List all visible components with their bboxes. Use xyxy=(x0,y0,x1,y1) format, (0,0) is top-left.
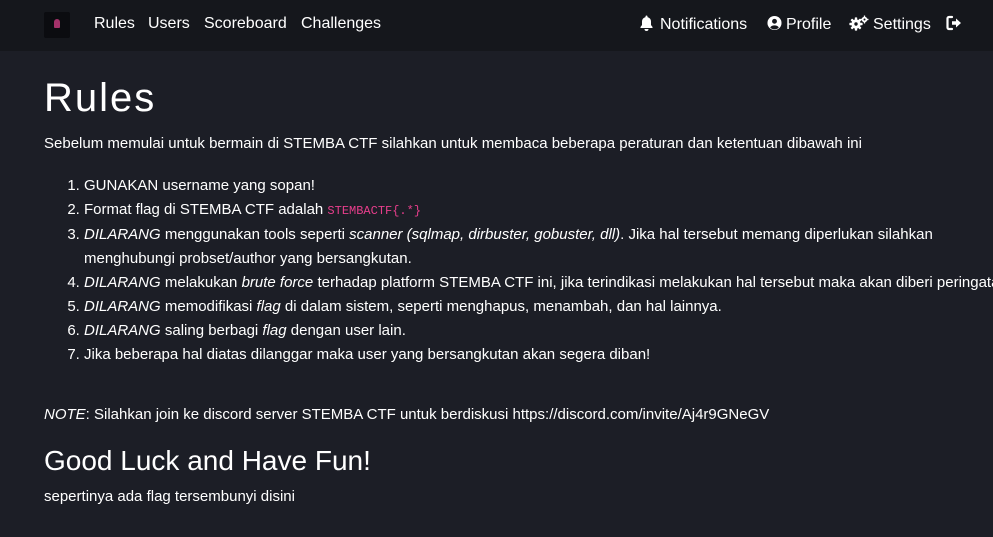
page-title: Rules xyxy=(44,76,157,120)
nav-users-link[interactable]: Users xyxy=(148,15,190,33)
settings-label: Settings xyxy=(873,16,931,33)
logout-button[interactable] xyxy=(946,15,963,34)
rule-text: memodifikasi xyxy=(160,298,257,315)
rule-text: menggunakan tools seperti xyxy=(160,226,350,243)
rule-emphasis: flag xyxy=(256,298,281,315)
note-text: NOTE: Silahkan join ke discord server ST… xyxy=(44,406,769,423)
good-luck-heading: Good Luck and Have Fun! xyxy=(44,445,371,476)
bell-icon xyxy=(640,15,653,31)
rule-emphasis: DILARANG xyxy=(84,274,161,291)
rule-text: di dalam sistem, seperti menghapus, mena… xyxy=(280,298,722,315)
notifications-label: Notifications xyxy=(660,16,748,33)
note-label: NOTE xyxy=(44,406,86,423)
navbar: Rules Users Scoreboard Challenges Notifi… xyxy=(0,0,993,51)
nav-profile-link[interactable]: Profile xyxy=(767,15,831,34)
rule-emphasis: brute force xyxy=(241,274,314,291)
nav-rules-link[interactable]: Rules xyxy=(94,15,135,33)
sign-out-icon xyxy=(946,15,961,31)
rule-text: melakukan xyxy=(160,274,242,291)
rule-item: Format flag di STEMBA CTF adalah STEMBAC… xyxy=(84,198,993,223)
cogs-icon xyxy=(849,15,869,31)
rule-item: DILARANG menggunakan tools seperti scann… xyxy=(84,223,993,271)
rule-item: DILARANG melakukan brute force terhadap … xyxy=(84,271,993,295)
note-body: : Silahkan join ke discord server STEMBA… xyxy=(85,406,770,423)
logo[interactable] xyxy=(44,12,70,38)
rule-item: DILARANG saling berbagi flag dengan user… xyxy=(84,319,993,343)
rule-item: DILARANG memodifikasi flag di dalam sist… xyxy=(84,295,993,319)
rule-text: GUNAKAN username yang sopan! xyxy=(84,177,315,194)
nav-settings-link[interactable]: Settings xyxy=(849,15,931,34)
rule-text: saling berbagi xyxy=(160,322,263,339)
rule-emphasis: DILARANG xyxy=(84,226,161,243)
user-circle-icon xyxy=(767,15,782,31)
rule-emphasis: flag xyxy=(262,322,287,339)
rule-emphasis: DILARANG xyxy=(84,322,161,339)
rule-text: terhadap platform STEMBA CTF ini, jika t… xyxy=(313,274,993,291)
profile-label: Profile xyxy=(786,16,832,33)
rule-text: Format flag di STEMBA CTF adalah xyxy=(84,201,328,218)
rule-item: Jika beberapa hal diatas dilanggar maka … xyxy=(84,343,993,367)
nav-notifications-link[interactable]: Notifications xyxy=(639,15,747,34)
rule-emphasis: scanner (sqlmap, dirbuster, gobuster, dl… xyxy=(349,226,621,243)
rule-text: dengan user lain. xyxy=(286,322,406,339)
intro-text: Sebelum memulai untuk bermain di STEMBA … xyxy=(44,135,862,152)
rule-item: GUNAKAN username yang sopan! xyxy=(84,174,993,198)
nav-scoreboard-link[interactable]: Scoreboard xyxy=(204,15,287,33)
hint-text: sepertinya ada flag tersembunyi disini xyxy=(44,488,295,505)
rule-emphasis: DILARANG xyxy=(84,298,161,315)
nav-challenges-link[interactable]: Challenges xyxy=(301,15,381,33)
rule-text: Jika beberapa hal diatas dilanggar maka … xyxy=(84,346,651,363)
flag-format-code: STEMBACTF{.*} xyxy=(327,204,422,218)
rules-list: GUNAKAN username yang sopan! Format flag … xyxy=(44,174,993,367)
